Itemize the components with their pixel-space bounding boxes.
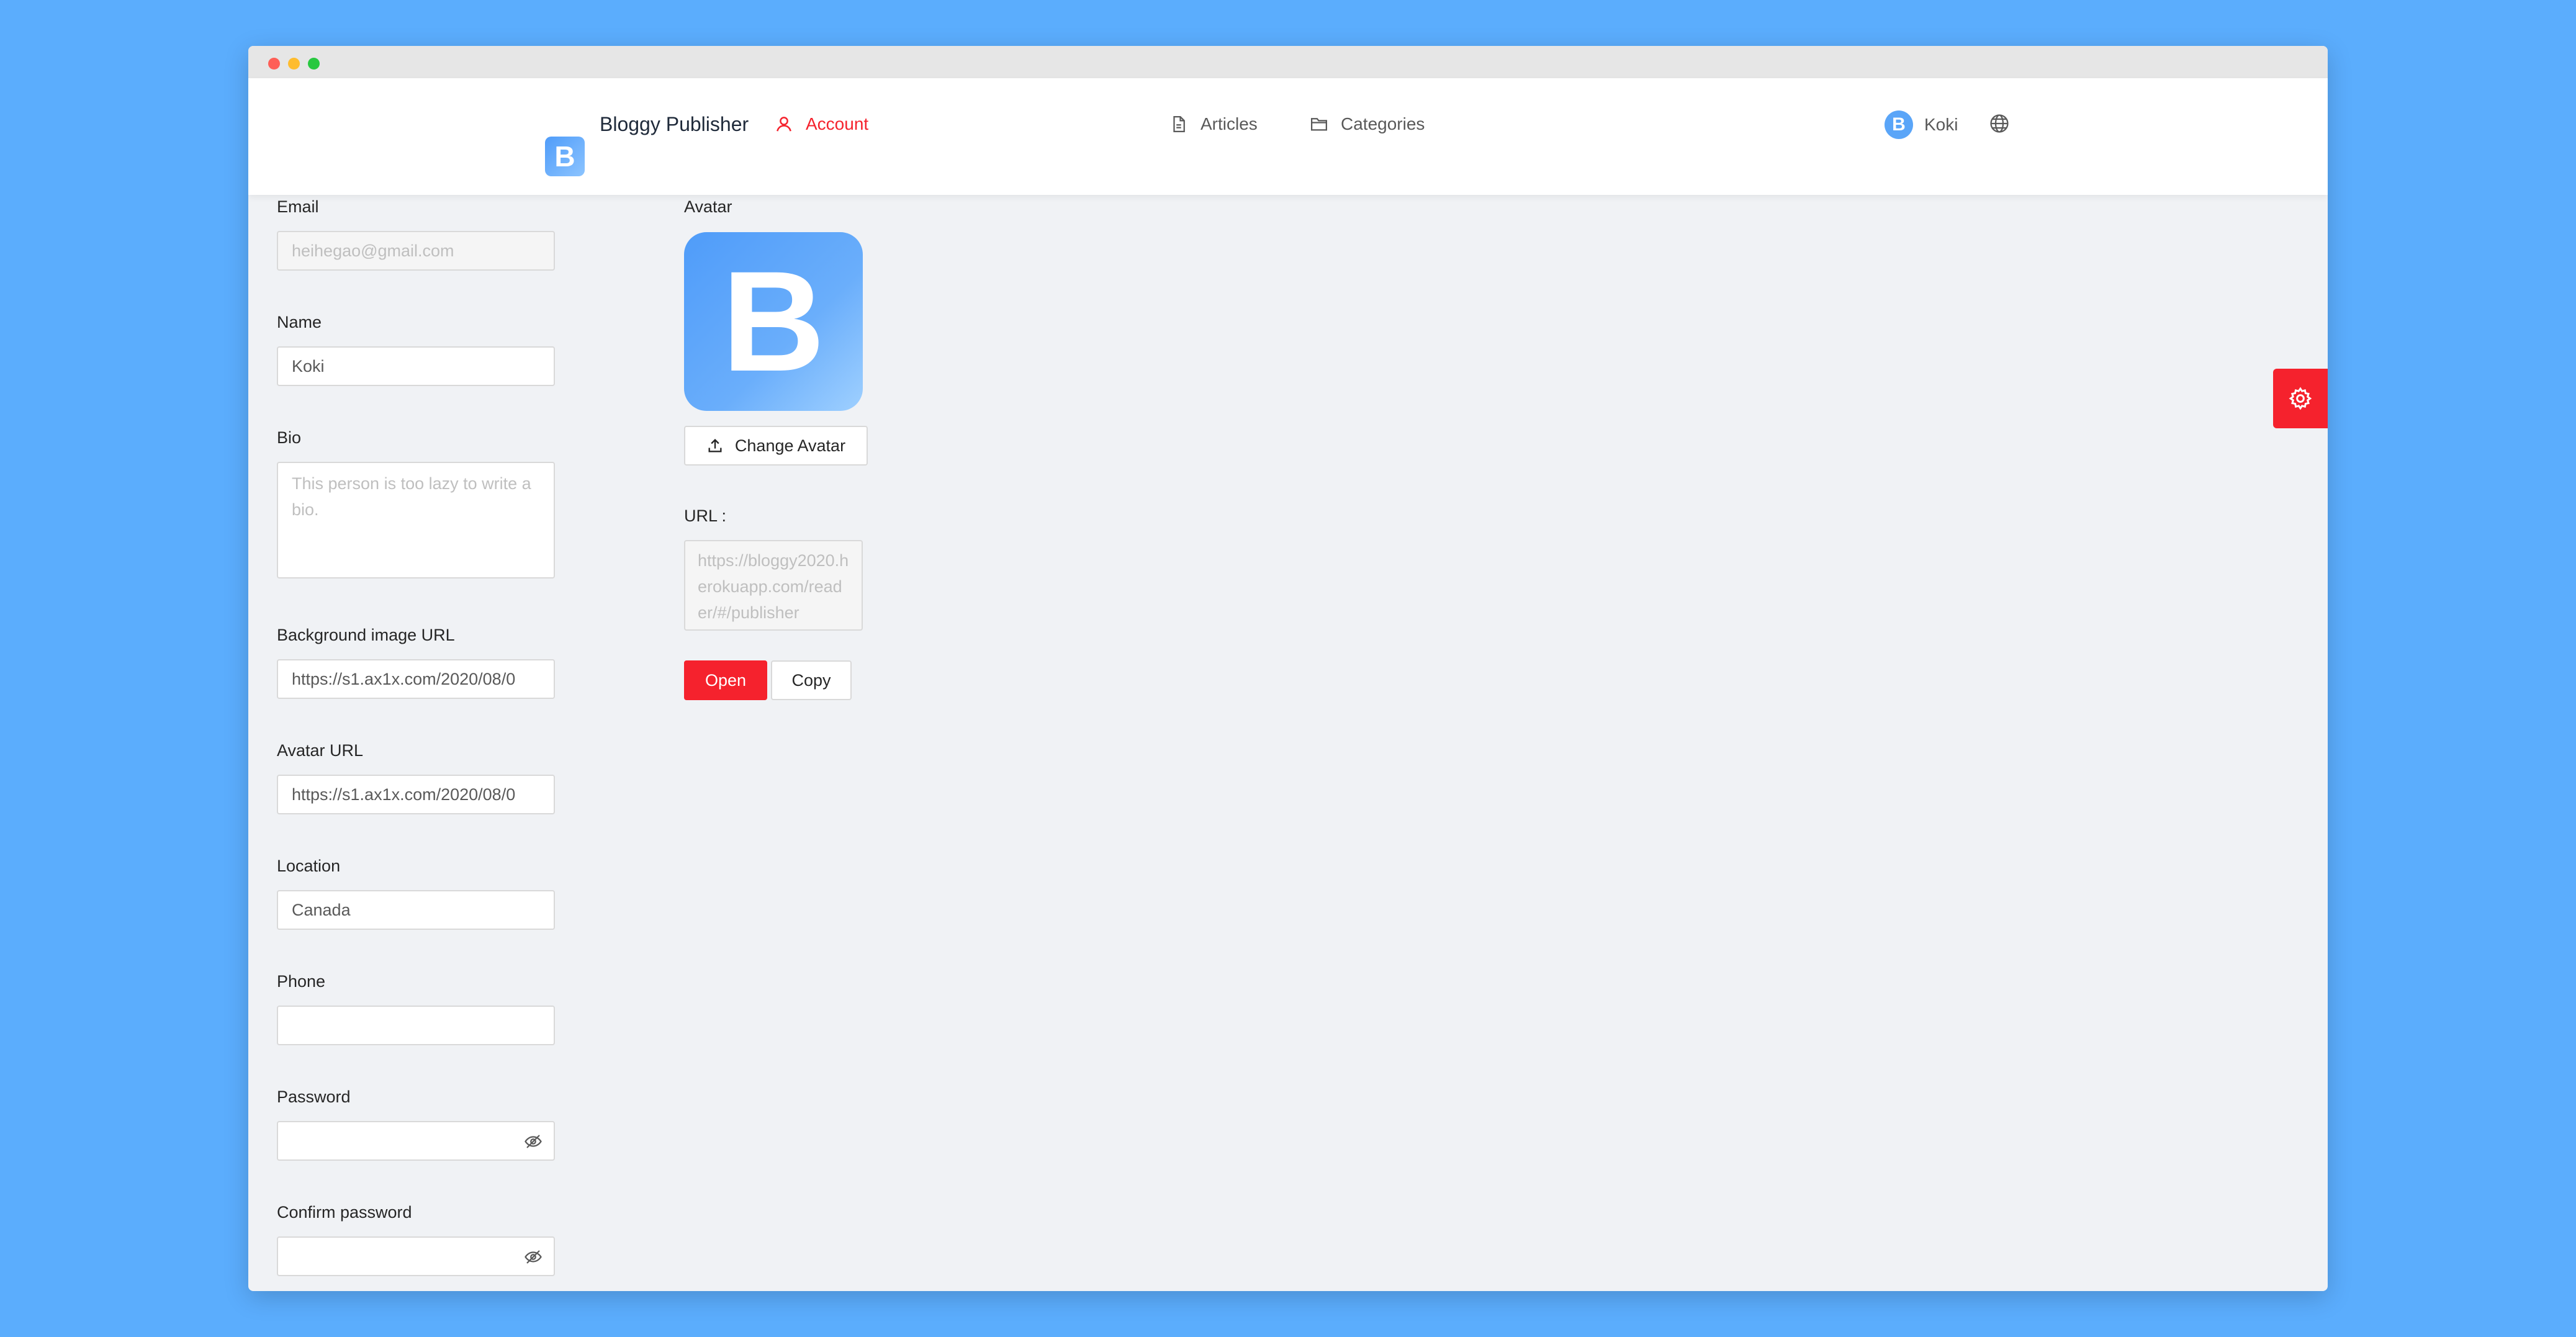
window-titlebar — [248, 46, 2328, 78]
name-label: Name — [277, 313, 322, 331]
app-logo[interactable]: B — [545, 137, 585, 176]
user-name[interactable]: Koki — [1924, 109, 1958, 140]
minimize-window-button[interactable] — [288, 58, 300, 70]
globe-icon[interactable] — [1989, 113, 2010, 134]
user-icon — [777, 117, 791, 132]
open-url-button[interactable]: Open — [684, 660, 767, 700]
background-image-url-field[interactable]: https://s1.ax1x.com/2020/08/0 — [277, 659, 555, 699]
email-field[interactable]: heihegao@gmail.com — [277, 231, 555, 271]
eye-invisible-icon[interactable] — [524, 1132, 543, 1151]
gear-icon — [2289, 387, 2312, 410]
password-field[interactable] — [277, 1121, 555, 1161]
location-field[interactable]: Canada — [277, 890, 555, 930]
app-window: B Bloggy Publisher Account Articles Cate… — [248, 46, 2328, 1291]
phone-field[interactable] — [277, 1006, 555, 1045]
background-image-url-label: Background image URL — [277, 626, 455, 644]
name-field[interactable]: Koki — [277, 346, 555, 386]
confirm-password-field[interactable] — [277, 1236, 555, 1276]
confirm-password-label: Confirm password — [277, 1203, 412, 1222]
nav-articles-label: Articles — [1200, 114, 1258, 133]
settings-drawer-toggle[interactable] — [2273, 369, 2328, 428]
nav-categories[interactable]: Categories — [1310, 108, 1425, 140]
avatar-url-field[interactable]: https://s1.ax1x.com/2020/08/0 — [277, 775, 555, 814]
change-avatar-button[interactable]: Change Avatar — [684, 426, 868, 466]
avatar-label: Avatar — [684, 197, 732, 216]
maximize-window-button[interactable] — [308, 58, 320, 70]
avatar-image: B — [684, 232, 863, 411]
password-label: Password — [277, 1087, 351, 1106]
nav-account-label: Account — [806, 114, 869, 133]
avatar-url-label: Avatar URL — [277, 741, 364, 760]
bio-textarea[interactable]: This person is too lazy to write a bio. — [277, 462, 555, 578]
nav-articles[interactable]: Articles — [1169, 108, 1258, 140]
bio-label: Bio — [277, 428, 302, 447]
folder-icon — [1311, 118, 1327, 131]
brand-name[interactable]: Bloggy Publisher — [600, 108, 749, 140]
phone-label: Phone — [277, 972, 326, 991]
url-label: URL : — [684, 506, 727, 525]
upload-icon — [708, 439, 722, 452]
email-label: Email — [277, 197, 319, 216]
location-label: Location — [277, 857, 341, 875]
close-window-button[interactable] — [268, 58, 280, 70]
publisher-url-textarea[interactable]: https://bloggy2020.herokuapp.com/reader/… — [684, 540, 863, 631]
top-navbar: B Bloggy Publisher Account Articles Cate… — [248, 78, 2328, 195]
copy-url-button[interactable]: Copy — [771, 660, 852, 700]
file-icon — [1173, 116, 1185, 132]
nav-account[interactable]: Account — [775, 108, 868, 140]
eye-invisible-icon[interactable] — [524, 1248, 543, 1266]
user-avatar[interactable]: B — [1885, 110, 1913, 139]
change-avatar-label: Change Avatar — [734, 436, 846, 455]
nav-categories-label: Categories — [1341, 114, 1425, 133]
